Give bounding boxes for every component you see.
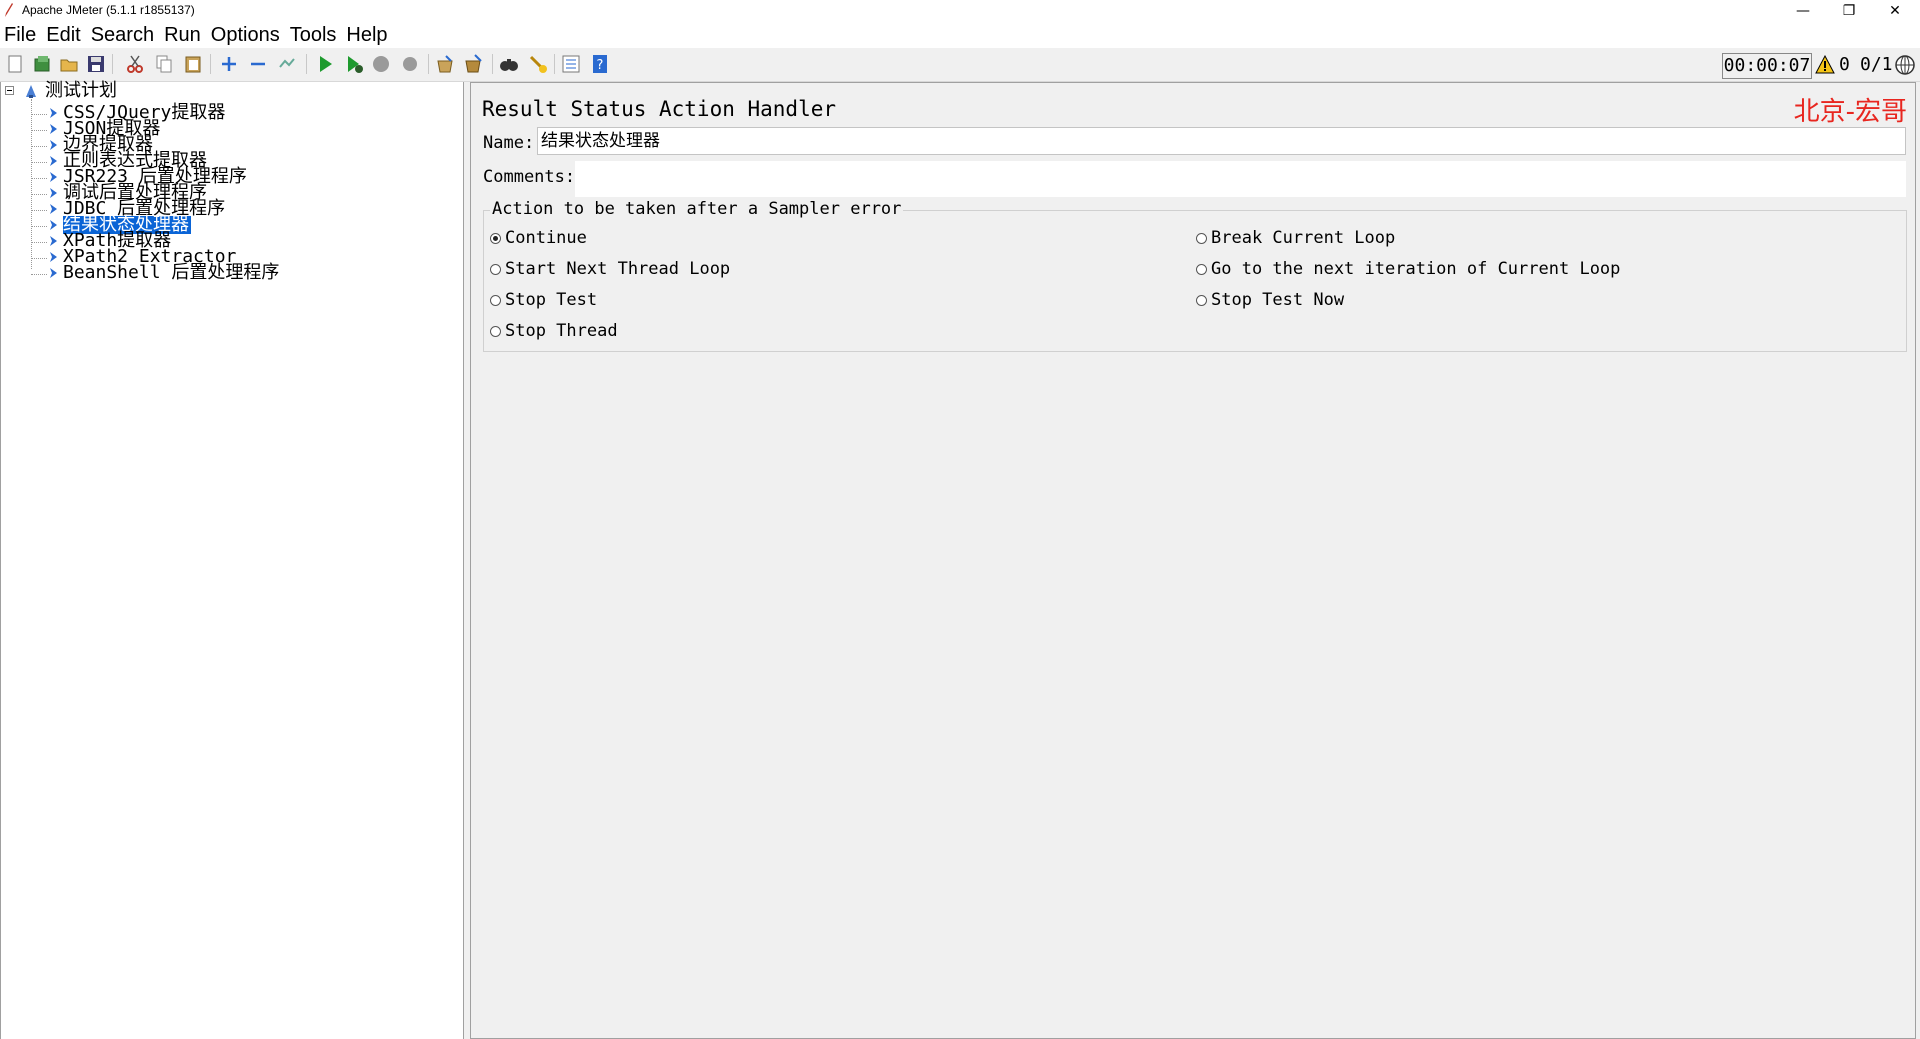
function-helper-icon[interactable]	[560, 53, 582, 75]
templates-icon[interactable]	[31, 53, 53, 75]
search-icon[interactable]	[498, 53, 520, 75]
radio-unchecked-icon	[1196, 294, 1207, 306]
svg-text:?: ?	[597, 58, 604, 73]
tree-guide-line	[31, 99, 32, 269]
toolbar-separator	[306, 54, 307, 74]
radio-continue[interactable]: Continue	[490, 227, 587, 249]
post-processor-icon	[50, 236, 57, 246]
sampler-error-action-group: Action to be taken after a Sampler error…	[483, 199, 1907, 352]
radio-break-current-loop[interactable]: Break Current Loop	[1196, 227, 1395, 249]
active-threads: 0/1	[1860, 54, 1893, 75]
radio-checked-icon	[490, 232, 501, 244]
toolbar: ?	[0, 48, 1920, 82]
toolbar-separator	[492, 54, 493, 74]
warning-icon[interactable]	[1815, 55, 1835, 75]
remote-engines-icon[interactable]	[1894, 54, 1916, 76]
post-processor-icon	[50, 156, 57, 166]
close-button[interactable]: ✕	[1872, 0, 1918, 22]
radio-unchecked-icon	[490, 263, 501, 275]
tree-node-label: BeanShell 后置处理程序	[63, 262, 280, 283]
radio-unchecked-icon	[490, 325, 501, 337]
post-processor-icon	[50, 188, 57, 198]
collapse-icon[interactable]	[247, 53, 269, 75]
copy-icon[interactable]	[153, 53, 175, 75]
clear-icon[interactable]	[434, 53, 456, 75]
comments-label: Comments:	[483, 167, 576, 187]
warning-count: 0	[1839, 54, 1850, 75]
restore-button[interactable]: ❐	[1826, 0, 1872, 22]
radio-label: Stop Test Now	[1211, 290, 1345, 310]
start-no-pause-icon[interactable]	[343, 53, 365, 75]
tree-collapse-toggle[interactable]	[5, 86, 14, 95]
new-icon[interactable]	[4, 53, 26, 75]
toolbar-separator	[554, 54, 555, 74]
radio-label: Stop Thread	[505, 321, 618, 341]
watermark-text: 北京-宏哥	[1793, 97, 1907, 127]
post-processor-icon	[50, 220, 57, 230]
toolbar-separator	[428, 54, 429, 74]
jmeter-feather-icon	[5, 3, 13, 17]
radio-stop-test-now[interactable]: Stop Test Now	[1196, 289, 1344, 311]
radio-unchecked-icon	[1196, 263, 1207, 275]
minimize-button[interactable]: —	[1780, 0, 1826, 22]
stop-icon[interactable]	[370, 53, 392, 75]
menu-edit[interactable]: Edit	[41, 22, 85, 48]
toggle-icon[interactable]	[276, 53, 298, 75]
menu-file[interactable]: File	[0, 22, 41, 48]
panel-title: Result Status Action Handler	[482, 97, 837, 121]
test-plan-tree: 测试计划 CSS/JQuery提取器 JSON提取器 边界提取器 正则表达式提取…	[0, 82, 464, 1039]
help-icon[interactable]: ?	[589, 53, 611, 75]
radio-label: Stop Test	[505, 290, 598, 310]
post-processor-icon	[50, 172, 57, 182]
post-processor-icon	[50, 252, 57, 262]
radio-label: Continue	[505, 228, 587, 248]
elapsed-timer: 00:00:07	[1722, 53, 1812, 79]
post-processor-icon	[50, 124, 57, 134]
start-icon[interactable]	[314, 53, 336, 75]
post-processor-icon	[50, 108, 57, 118]
radio-next-iteration-current-loop[interactable]: Go to the next iteration of Current Loop	[1196, 258, 1620, 280]
cut-icon[interactable]	[124, 53, 146, 75]
comments-row: Comments:	[481, 161, 1906, 197]
menu-bar: File Edit Search Run Options Tools Help	[0, 22, 1920, 48]
radio-label: Go to the next iteration of Current Loop	[1211, 259, 1621, 279]
name-label: Name:	[483, 133, 535, 153]
name-field[interactable]: 结果状态处理器	[537, 127, 1906, 155]
paste-icon[interactable]	[182, 53, 204, 75]
save-icon[interactable]	[85, 53, 107, 75]
radio-unchecked-icon	[1196, 232, 1207, 244]
open-icon[interactable]	[58, 53, 80, 75]
group-title: Action to be taken after a Sampler error	[490, 199, 904, 219]
name-row: Name: 结果状态处理器	[481, 127, 1906, 157]
shutdown-icon[interactable]	[399, 53, 421, 75]
reset-search-icon[interactable]	[527, 53, 549, 75]
toolbar-separator	[112, 54, 113, 74]
radio-label: Break Current Loop	[1211, 228, 1396, 248]
clear-all-icon[interactable]	[463, 53, 485, 75]
radio-start-next-thread-loop[interactable]: Start Next Thread Loop	[490, 258, 730, 280]
menu-search[interactable]: Search	[86, 22, 159, 48]
menu-run[interactable]: Run	[159, 22, 206, 48]
post-processor-icon	[50, 268, 57, 278]
toolbar-separator	[210, 54, 211, 74]
window-title: Apache JMeter (5.1.1 r1855137)	[22, 3, 195, 17]
post-processor-icon	[50, 140, 57, 150]
menu-options[interactable]: Options	[206, 22, 285, 48]
radio-stop-test[interactable]: Stop Test	[490, 289, 597, 311]
result-status-handler-panel: Result Status Action Handler 北京-宏哥 Name:…	[470, 82, 1916, 1039]
tree-root-test-plan[interactable]: 测试计划	[45, 82, 117, 100]
title-bar: Apache JMeter (5.1.1 r1855137) — ❐ ✕	[0, 0, 1920, 22]
radio-stop-thread[interactable]: Stop Thread	[490, 320, 618, 342]
radio-label: Start Next Thread Loop	[505, 259, 731, 279]
menu-tools[interactable]: Tools	[285, 22, 342, 48]
comments-field[interactable]	[575, 161, 1906, 197]
expand-icon[interactable]	[218, 53, 240, 75]
test-plan-icon	[26, 85, 36, 98]
post-processor-icon	[50, 204, 57, 214]
menu-help[interactable]: Help	[341, 22, 392, 48]
radio-unchecked-icon	[490, 294, 501, 306]
